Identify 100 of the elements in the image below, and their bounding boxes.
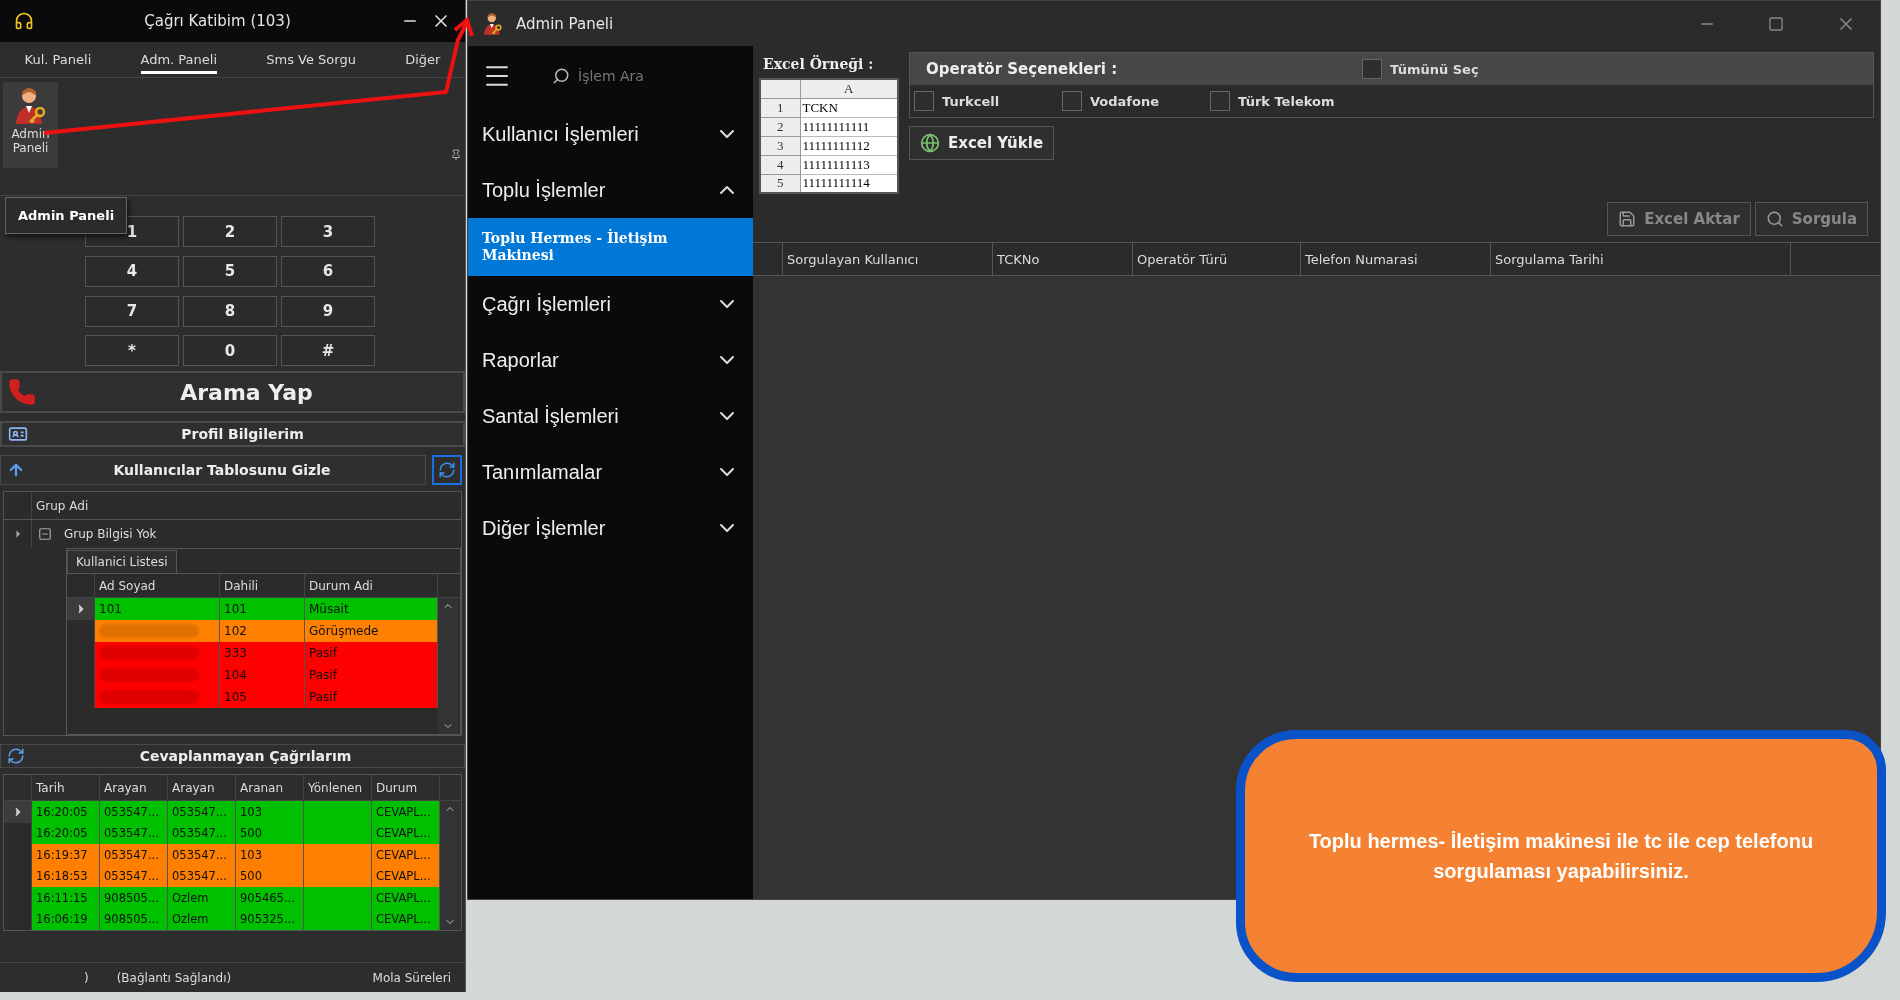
detail-tab[interactable]: Kullanici Listesi (67, 550, 177, 573)
keypad-key[interactable]: 4 (85, 255, 179, 287)
table-cell: CEVAPL... (372, 844, 440, 866)
connection-status: (Bağlantı Sağlandı) (115, 970, 233, 985)
maximize-icon[interactable] (1768, 15, 1784, 32)
table-cell (304, 887, 372, 909)
break-times-link[interactable]: Mola Süreleri (368, 970, 455, 985)
table-cell: Ozlem (168, 887, 236, 909)
keypad-key[interactable]: 0 (183, 335, 277, 367)
keypad-key[interactable]: 5 (183, 255, 277, 287)
column-header: Tarih (32, 775, 100, 800)
column-header: Sorgulama Tarihi (1491, 243, 1791, 275)
column-header: Sorgulayan Kullanıcı (783, 243, 993, 275)
table-cell: 053547... (168, 801, 236, 823)
tab[interactable]: Kul. Paneli (24, 45, 92, 74)
hide-users-button[interactable]: Kullanıcılar Tablosunu Gizle (0, 455, 426, 485)
table-cell: 16:20:05 (32, 801, 100, 823)
tab[interactable]: Adm. Paneli (140, 45, 218, 74)
keypad-key[interactable]: 6 (281, 255, 375, 287)
table-cell: Görüşmede (305, 620, 438, 642)
column-header: Grup Adi (35, 498, 90, 513)
column-header: Telefon Numarasi (1301, 243, 1491, 275)
refresh-icon (7, 747, 25, 765)
table-cell: CEVAPL... (372, 908, 440, 930)
profile-button[interactable]: Profil Bilgilerim (1, 422, 464, 446)
select-all-checkbox[interactable]: Tümünü Seç (1362, 59, 1562, 79)
table-cell (304, 822, 372, 844)
table-cell: 16:20:05 (32, 822, 100, 844)
table-cell: 053547... (168, 844, 236, 866)
operator-checkbox[interactable]: Turkcell (914, 91, 1062, 111)
table-cell: 053547... (100, 865, 168, 887)
table-cell (304, 801, 372, 823)
table-cell: 103 (236, 844, 304, 866)
table-cell: 102 (220, 620, 305, 642)
tab[interactable]: Diğer (405, 45, 441, 74)
search-icon (552, 67, 570, 85)
menu-item[interactable]: Kullanıcı İşlemleri (468, 106, 753, 162)
table-cell: 905325... (236, 908, 304, 930)
table-cell: 333 (220, 642, 305, 664)
keypad-key[interactable]: 7 (85, 295, 179, 327)
save-icon (1618, 210, 1637, 228)
headset-icon (14, 11, 34, 31)
table-cell: 101 (220, 598, 305, 620)
id-card-icon (8, 424, 28, 444)
tooltip: Admin Paneli (5, 197, 128, 234)
pin-icon[interactable] (450, 149, 462, 161)
table-cell: Pasif (305, 664, 438, 686)
table-cell: 16:06:19 (32, 908, 100, 930)
table-cell: 053547... (168, 822, 236, 844)
keypad-key[interactable]: 2 (183, 216, 277, 247)
operator-title: Operatör Seçenekleri : (925, 60, 1119, 78)
table-cell: 053547... (100, 844, 168, 866)
keypad-key[interactable]: 9 (281, 295, 375, 327)
collapse-icon[interactable] (38, 527, 52, 541)
menu-item[interactable]: Santal İşlemleri (468, 388, 753, 444)
submenu-item[interactable]: Toplu Hermes - İletişim Makinesi (468, 218, 753, 276)
table-cell: 500 (236, 865, 304, 887)
table-cell: CEVAPL... (372, 865, 440, 887)
keypad-key[interactable]: 8 (183, 295, 277, 327)
table-cell: CEVAPL... (372, 822, 440, 844)
excel-upload-button[interactable]: Excel Yükle (909, 126, 1055, 160)
keypad-key[interactable]: # (281, 335, 375, 367)
table-cell: 16:18:53 (32, 865, 100, 887)
column-header: Yönlenen (304, 775, 372, 800)
table-cell (304, 844, 372, 866)
column-header: Operatör Türü (1133, 243, 1301, 275)
tab[interactable]: Sms Ve Sorgu (266, 45, 356, 74)
search-icon (1765, 210, 1784, 228)
table-cell: 105 (220, 686, 305, 708)
table-cell: 500 (236, 822, 304, 844)
table-cell: 053547... (168, 865, 236, 887)
table-cell: 053547... (100, 822, 168, 844)
excel-sample-label: Excel Örneği : (762, 54, 875, 72)
table-cell: CEVAPL... (372, 801, 440, 823)
column-header: Arayan (100, 775, 168, 800)
menu-item[interactable]: Tanımlamalar (468, 444, 753, 500)
keypad-key[interactable]: 3 (281, 216, 375, 247)
menu-item[interactable]: Raporlar (468, 332, 753, 388)
table-cell: CEVAPL... (372, 887, 440, 909)
menu-item[interactable]: Çağrı İşlemleri (468, 276, 753, 332)
table-cell: Müsait (305, 598, 438, 620)
column-header: Durum (372, 775, 440, 800)
status-text: ) (83, 970, 90, 985)
operator-checkbox[interactable]: Türk Telekom (1210, 91, 1358, 111)
table-cell: 908505... (100, 908, 168, 930)
refresh-icon[interactable] (432, 455, 462, 485)
operator-checkbox[interactable]: Vodafone (1062, 91, 1210, 111)
column-header: Dahili (220, 574, 305, 597)
menu-item[interactable]: Diğer İşlemler (468, 500, 753, 556)
table-cell: 16:11:15 (32, 887, 100, 909)
column-header: Ad Soyad (95, 574, 220, 597)
keypad-key[interactable]: * (85, 335, 179, 367)
window-title: Admin Paneli (516, 14, 614, 33)
table-cell: 905465... (236, 887, 304, 909)
table-cell: 103 (236, 801, 304, 823)
globe-icon (920, 133, 940, 153)
search-field[interactable]: İşlem Ara (552, 67, 706, 85)
call-button[interactable]: Arama Yap (1, 372, 464, 412)
menu-item[interactable]: Toplu İşlemler (468, 162, 753, 218)
table-cell: Pasif (305, 642, 438, 664)
